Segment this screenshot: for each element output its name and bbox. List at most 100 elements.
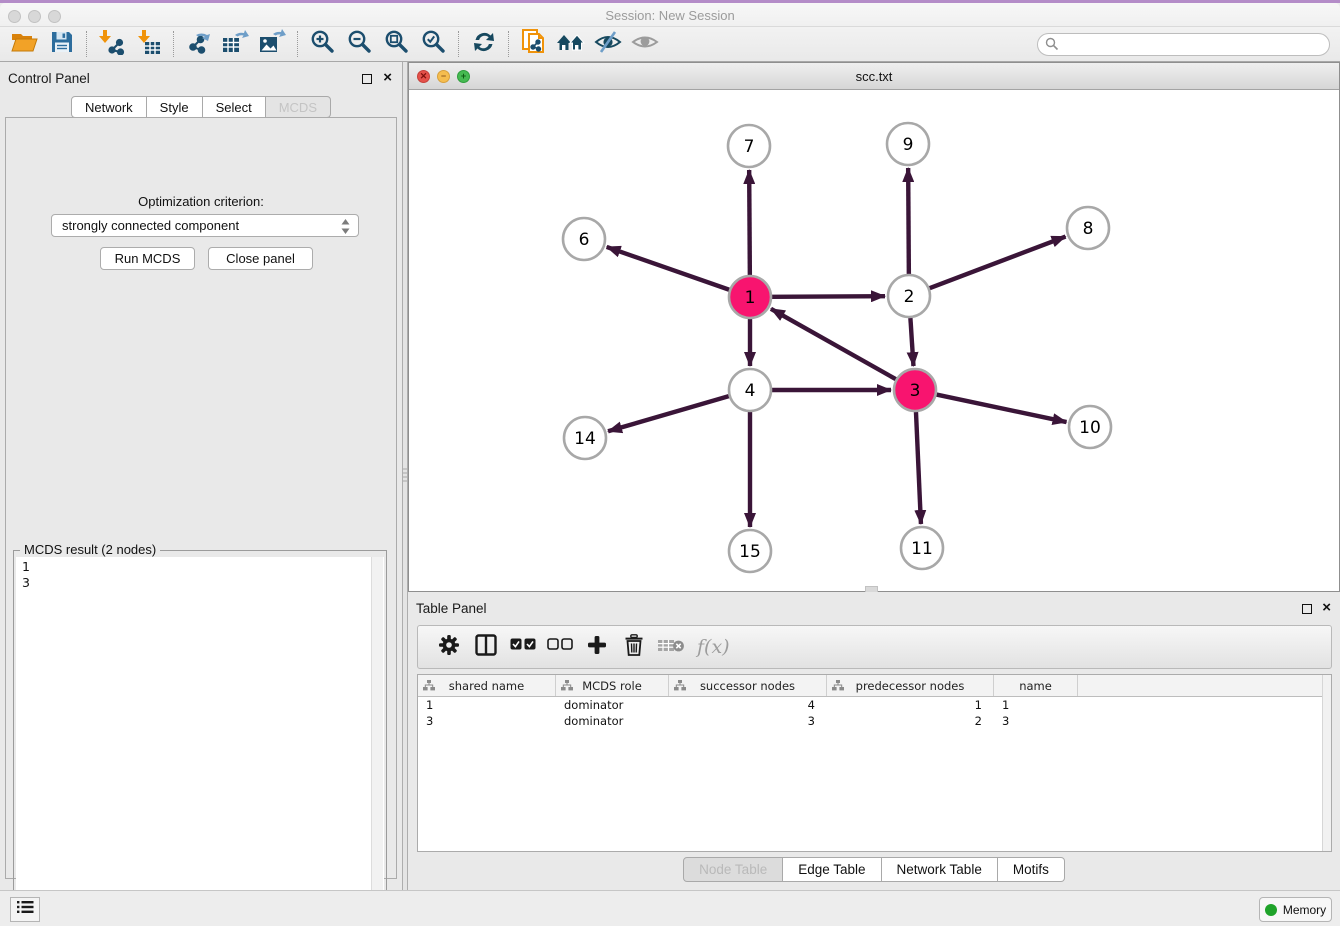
checked-boxes-icon xyxy=(510,638,536,656)
split-view-button[interactable] xyxy=(467,629,504,665)
tab-select[interactable]: Select xyxy=(203,96,266,118)
memory-button[interactable]: Memory xyxy=(1259,897,1332,922)
graph-node-15[interactable]: 15 xyxy=(729,530,771,572)
graph-node-1[interactable]: 1 xyxy=(729,276,771,318)
control-panel: Control Panel × NetworkStyleSelectMCDS O… xyxy=(0,62,402,890)
save-session-button[interactable] xyxy=(43,29,80,59)
table-cell: 4 xyxy=(669,697,827,713)
graph-edge-1-6[interactable] xyxy=(607,247,730,290)
column-header-predecessor-nodes[interactable]: predecessor nodes xyxy=(827,675,994,696)
apply-layout-button[interactable] xyxy=(465,29,502,59)
eye-slash-icon xyxy=(594,30,622,59)
deselect-all-button[interactable] xyxy=(541,629,578,665)
criterion-dropdown[interactable]: strongly connected component xyxy=(51,214,359,237)
close-panel-button[interactable]: Close panel xyxy=(208,247,313,270)
graph-node-6[interactable]: 6 xyxy=(563,218,605,260)
zoom-in-icon xyxy=(310,29,336,60)
search-input[interactable] xyxy=(1037,33,1330,56)
show-all-button[interactable] xyxy=(626,29,663,59)
graph-node-7[interactable]: 7 xyxy=(728,125,770,167)
table-scrollbar[interactable] xyxy=(1322,675,1331,851)
select-all-button[interactable] xyxy=(504,629,541,665)
table-options-button[interactable] xyxy=(430,629,467,665)
run-mcds-button[interactable]: Run MCDS xyxy=(100,247,195,270)
zoom-out-button[interactable] xyxy=(341,29,378,59)
splitter-grip[interactable] xyxy=(403,468,407,484)
close-table-panel-icon[interactable]: × xyxy=(1322,599,1331,617)
gear-icon xyxy=(438,634,460,661)
network-window-titlebar: ✕ − + scc.txt xyxy=(409,63,1339,90)
zoom-selected-button[interactable] xyxy=(415,29,452,59)
zoom-fit-button[interactable] xyxy=(378,29,415,59)
tab-mcds[interactable]: MCDS xyxy=(266,96,331,118)
graph-edge-2-8[interactable] xyxy=(930,237,1066,289)
graph-node-label: 10 xyxy=(1079,418,1101,438)
network-canvas[interactable]: 7 9 6 8 1 2 4 3 14 10 15 11 xyxy=(409,90,1339,591)
table-tab-network-table[interactable]: Network Table xyxy=(882,857,998,882)
graph-edge-1-2[interactable] xyxy=(772,296,885,297)
table-row[interactable]: 1dominator411 xyxy=(418,697,1331,713)
graph-edge-3-10[interactable] xyxy=(937,395,1067,422)
graph-edge-4-14[interactable] xyxy=(608,396,729,431)
graph-edge-3-1[interactable] xyxy=(771,309,896,379)
status-bar: Memory xyxy=(0,890,1340,926)
tab-network[interactable]: Network xyxy=(71,96,147,118)
graph-edge-2-3[interactable] xyxy=(910,318,913,366)
tab-style[interactable]: Style xyxy=(147,96,203,118)
float-panel-icon[interactable] xyxy=(362,74,372,84)
memory-status-icon xyxy=(1265,904,1277,916)
graph-edge-1-7[interactable] xyxy=(749,170,750,275)
export-table-button[interactable] xyxy=(217,29,254,59)
import-network-icon xyxy=(99,29,125,60)
import-network-button[interactable] xyxy=(93,29,130,59)
hide-selected-button[interactable] xyxy=(589,29,626,59)
first-neighbors-button[interactable] xyxy=(552,29,589,59)
graph-node-3[interactable]: 3 xyxy=(894,369,936,411)
mcds-result-area[interactable]: 1 3 xyxy=(16,557,384,924)
table-tab-node-table[interactable]: Node Table xyxy=(683,857,783,882)
column-header-shared-name[interactable]: shared name xyxy=(418,675,556,696)
graph-node-10[interactable]: 10 xyxy=(1069,406,1111,448)
table-tab-motifs[interactable]: Motifs xyxy=(998,857,1065,882)
delete-table-button[interactable] xyxy=(652,629,689,665)
graph-node-9[interactable]: 9 xyxy=(887,123,929,165)
create-column-button[interactable] xyxy=(578,629,615,665)
column-header-name[interactable]: name xyxy=(994,675,1078,696)
titlebar: Session: New Session xyxy=(0,3,1340,27)
network-window-title: scc.txt xyxy=(409,69,1339,84)
function-builder-button[interactable]: f(x) xyxy=(697,636,730,658)
graph-node-4[interactable]: 4 xyxy=(729,369,771,411)
task-history-button[interactable] xyxy=(10,897,40,922)
column-header-MCDS-role[interactable]: MCDS role xyxy=(556,675,669,696)
table-row[interactable]: 3dominator323 xyxy=(418,713,1331,729)
graph-edge-2-9[interactable] xyxy=(908,168,909,274)
graph-node-8[interactable]: 8 xyxy=(1067,207,1109,249)
table-tab-edge-table[interactable]: Edge Table xyxy=(783,857,881,882)
import-table-button[interactable] xyxy=(130,29,167,59)
mcds-result-group: MCDS result (2 nodes) 1 3 xyxy=(13,550,387,926)
graph-node-label: 6 xyxy=(579,230,590,250)
graph-node-2[interactable]: 2 xyxy=(888,275,930,317)
zoom-in-button[interactable] xyxy=(304,29,341,59)
window-title: Session: New Session xyxy=(0,8,1340,23)
table-panel-tabs: Node TableEdge TableNetwork TableMotifs xyxy=(408,857,1340,882)
tree-icon xyxy=(423,680,435,694)
column-header-successor-nodes[interactable]: successor nodes xyxy=(669,675,827,696)
delete-columns-button[interactable] xyxy=(615,629,652,665)
refresh-icon xyxy=(471,29,497,60)
search-container xyxy=(1037,33,1330,56)
network-graph: 7 9 6 8 1 2 4 3 14 10 15 11 xyxy=(409,90,1339,591)
close-panel-icon[interactable]: × xyxy=(383,69,392,87)
graph-edge-3-11[interactable] xyxy=(916,412,921,524)
new-network-from-selection-button[interactable] xyxy=(515,29,552,59)
graph-node-11[interactable]: 11 xyxy=(901,527,943,569)
result-scrollbar[interactable] xyxy=(371,557,383,924)
tree-icon xyxy=(561,680,573,694)
graph-node-14[interactable]: 14 xyxy=(564,417,606,459)
export-network-button[interactable] xyxy=(180,29,217,59)
graph-node-label: 7 xyxy=(744,137,755,157)
open-session-button[interactable] xyxy=(6,29,43,59)
export-image-button[interactable] xyxy=(254,29,291,59)
float-table-panel-icon[interactable] xyxy=(1302,604,1312,614)
node-table[interactable]: shared nameMCDS rolesuccessor nodesprede… xyxy=(417,674,1332,852)
